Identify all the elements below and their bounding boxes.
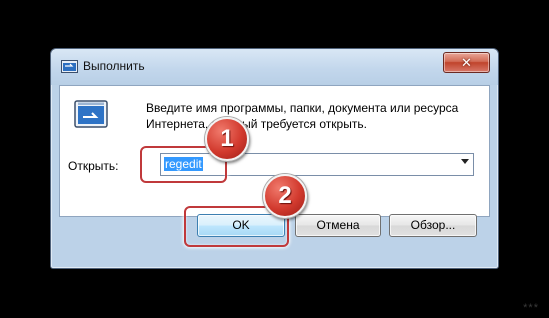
dialog-title: Выполнить <box>83 59 145 73</box>
close-button[interactable]: ✕ <box>443 52 490 73</box>
title-bar[interactable]: Выполнить ✕ <box>51 49 498 85</box>
dropdown-arrow-icon[interactable] <box>461 159 469 164</box>
step-badge-2: 2 <box>263 174 307 218</box>
step-badge-1: 1 <box>205 117 249 161</box>
open-label: Открыть: <box>68 159 119 173</box>
run-app-icon <box>61 60 78 73</box>
cancel-button[interactable]: Отмена <box>295 214 381 237</box>
watermark: *** <box>523 302 539 314</box>
close-icon: ✕ <box>461 55 472 70</box>
run-app-icon <box>74 100 108 128</box>
dialog-description: Введите имя программы, папки, документа … <box>146 101 459 131</box>
browse-button[interactable]: Обзор... <box>389 214 477 237</box>
